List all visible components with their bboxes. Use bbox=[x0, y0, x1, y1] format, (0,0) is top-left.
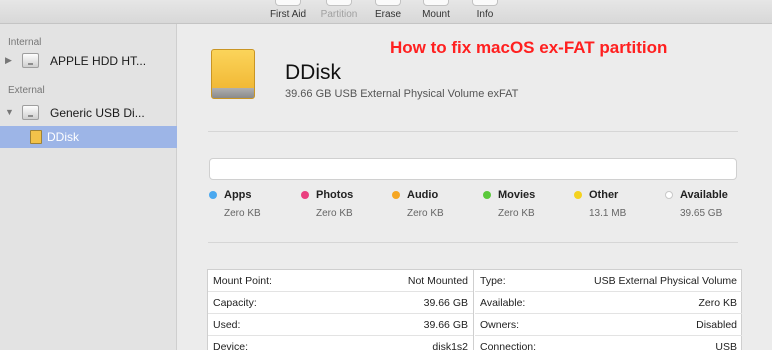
info-row-capacity: Capacity: 39.66 GB bbox=[208, 292, 473, 314]
legend-size: Zero KB bbox=[316, 208, 353, 219]
legend-size: Zero KB bbox=[498, 208, 535, 219]
legend-name: Available bbox=[680, 189, 728, 201]
info-row-used: Used: 39.66 GB bbox=[208, 314, 473, 336]
legend-name: Movies bbox=[498, 189, 536, 201]
legend-name: Audio bbox=[407, 189, 439, 201]
legend-size: Zero KB bbox=[224, 208, 261, 219]
info-value: Not Mounted bbox=[407, 275, 468, 287]
sidebar-item-label: DDisk bbox=[47, 130, 79, 144]
info-value: 39.66 GB bbox=[423, 297, 468, 309]
movies-dot-icon bbox=[483, 191, 491, 199]
available-dot-icon bbox=[665, 191, 673, 199]
photos-dot-icon bbox=[301, 191, 309, 199]
info-row-device: Device: disk1s2 bbox=[208, 336, 473, 350]
legend-size: 13.1 MB bbox=[589, 208, 627, 219]
info-value: Zero KB bbox=[698, 297, 737, 309]
sidebar-item-apple-hdd[interactable]: ▶ APPLE HDD HT... bbox=[0, 50, 177, 72]
volume-icon bbox=[30, 130, 42, 144]
expand-triangle-icon[interactable]: ▶ bbox=[5, 55, 12, 66]
volume-large-icon bbox=[211, 49, 255, 99]
sidebar-item-generic-usb[interactable]: ▼ Generic USB Di... bbox=[0, 102, 177, 124]
erase-label: Erase bbox=[374, 9, 402, 20]
divider bbox=[208, 131, 738, 132]
info-key: Connection: bbox=[480, 341, 537, 350]
info-key: Capacity: bbox=[213, 297, 257, 309]
info-value: USB bbox=[715, 341, 737, 350]
apps-dot-icon bbox=[209, 191, 217, 199]
erase-button[interactable]: Erase bbox=[370, 0, 406, 24]
first-aid-label: First Aid bbox=[269, 9, 307, 20]
usb-disk-icon bbox=[22, 105, 39, 120]
external-header: External bbox=[8, 85, 45, 96]
other-dot-icon bbox=[574, 191, 582, 199]
first-aid-button[interactable]: First Aid bbox=[266, 0, 310, 24]
partition-label: Partition bbox=[320, 9, 358, 20]
usage-bar bbox=[209, 158, 737, 180]
sidebar: Internal ▶ APPLE HDD HT... External ▼ Ge… bbox=[0, 24, 177, 350]
legend-name: Apps bbox=[224, 189, 252, 201]
divider bbox=[208, 242, 738, 243]
partition-button[interactable]: Partition bbox=[315, 0, 363, 24]
info-value: Disabled bbox=[696, 319, 737, 331]
sidebar-item-label: APPLE HDD HT... bbox=[50, 54, 147, 68]
legend-size: Zero KB bbox=[407, 208, 444, 219]
volume-name: DDisk bbox=[285, 61, 341, 84]
mount-icon bbox=[423, 0, 449, 6]
info-key: Available: bbox=[480, 297, 526, 309]
info-label: Info bbox=[476, 9, 494, 20]
info-row-mount-point: Mount Point: Not Mounted bbox=[208, 270, 473, 292]
sidebar-item-ddisk[interactable]: DDisk bbox=[0, 126, 177, 148]
info-row-available: Available: Zero KB bbox=[475, 292, 742, 314]
info-table: Mount Point: Not Mounted Capacity: 39.66… bbox=[207, 269, 742, 350]
main-panel: DDisk 39.66 GB USB External Physical Vol… bbox=[178, 24, 772, 350]
info-value: disk1s2 bbox=[432, 341, 468, 350]
partition-icon bbox=[326, 0, 352, 6]
toolbar: First Aid Partition Erase Mount Info bbox=[0, 0, 772, 24]
info-value: USB External Physical Volume bbox=[594, 275, 737, 287]
mount-button[interactable]: Mount bbox=[418, 0, 454, 24]
first-aid-icon bbox=[275, 0, 301, 6]
legend-size: 39.65 GB bbox=[680, 208, 723, 219]
legend-name: Other bbox=[589, 189, 619, 201]
sidebar-item-label: Generic USB Di... bbox=[50, 106, 145, 120]
info-row-owners: Owners: Disabled bbox=[475, 314, 742, 336]
overlay-title: How to fix macOS ex-FAT partition bbox=[390, 38, 668, 57]
audio-dot-icon bbox=[392, 191, 400, 199]
volume-description: 39.66 GB USB External Physical Volume ex… bbox=[285, 88, 519, 100]
info-column-left: Mount Point: Not Mounted Capacity: 39.66… bbox=[208, 270, 474, 350]
mount-label: Mount bbox=[422, 9, 450, 20]
info-column-right: Type: USB External Physical Volume Avail… bbox=[475, 270, 742, 350]
info-row-connection: Connection: USB bbox=[475, 336, 742, 350]
internal-header: Internal bbox=[8, 37, 42, 48]
legend-name: Photos bbox=[316, 189, 354, 201]
info-value: 39.66 GB bbox=[423, 319, 468, 331]
info-key: Type: bbox=[480, 275, 506, 287]
collapse-triangle-icon[interactable]: ▼ bbox=[5, 107, 14, 117]
info-key: Owners: bbox=[480, 319, 520, 331]
info-key: Mount Point: bbox=[213, 275, 272, 287]
erase-icon bbox=[375, 0, 401, 6]
hard-drive-icon bbox=[22, 53, 39, 68]
info-row-type: Type: USB External Physical Volume bbox=[475, 270, 742, 292]
info-icon bbox=[472, 0, 498, 6]
info-button[interactable]: Info bbox=[471, 0, 499, 24]
info-key: Device: bbox=[213, 341, 249, 350]
info-key: Used: bbox=[213, 319, 241, 331]
